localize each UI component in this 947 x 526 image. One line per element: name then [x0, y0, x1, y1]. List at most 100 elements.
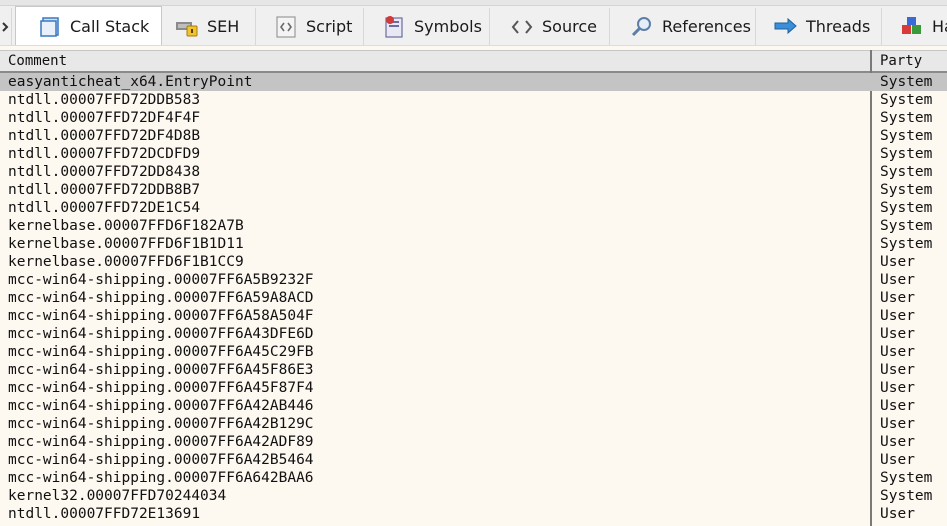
- references-icon: [630, 15, 654, 39]
- cell-party: User: [880, 380, 915, 396]
- table-row[interactable]: mcc-win64-shipping.00007FF6A59A8ACD User: [0, 289, 947, 307]
- table-row[interactable]: mcc-win64-shipping.00007FF6A42B129C User: [0, 415, 947, 433]
- cell-comment: ntdll.00007FFD72DF4D8B: [8, 128, 201, 144]
- table-row[interactable]: kernelbase.00007FFD6F1B1CC9 User: [0, 253, 947, 271]
- table-row[interactable]: mcc-win64-shipping.00007FF6A42AB446 User: [0, 397, 947, 415]
- symbols-icon: [382, 15, 406, 39]
- tab-call-stack-label: Call Stack: [70, 17, 150, 36]
- table-row[interactable]: ntdll.00007FFD72DD8438 System: [0, 163, 947, 181]
- table-row[interactable]: kernel32.00007FFD70244034 System: [0, 487, 947, 505]
- table-row[interactable]: mcc-win64-shipping.00007FF6A58A504F User: [0, 307, 947, 325]
- cell-comment: easyanticheat_x64.EntryPoint: [8, 74, 253, 90]
- cell-comment: ntdll.00007FFD72DE1C54: [8, 200, 201, 216]
- cell-party: System: [880, 164, 933, 180]
- tab-partial-left[interactable]: [0, 8, 12, 45]
- script-icon: [274, 15, 298, 39]
- cell-comment: mcc-win64-shipping.00007FF6A45F87F4: [8, 380, 314, 396]
- cell-party: User: [880, 254, 915, 270]
- call-stack-icon: [38, 15, 62, 39]
- tab-bar: Call Stack SEH Script Symbols Source Ref…: [0, 0, 947, 46]
- cell-party: User: [880, 416, 915, 432]
- tab-symbols[interactable]: Symbols: [364, 8, 490, 45]
- table-row[interactable]: ntdll.00007FFD72DF4D8B System: [0, 127, 947, 145]
- tab-script[interactable]: Script: [256, 8, 364, 45]
- cell-comment: kernelbase.00007FFD6F1B1D11: [8, 236, 244, 252]
- tab-symbols-label: Symbols: [414, 17, 482, 36]
- table-row[interactable]: mcc-win64-shipping.00007FF6A45F87F4 User: [0, 379, 947, 397]
- tab-references[interactable]: References: [610, 8, 756, 45]
- seh-icon: [175, 15, 199, 39]
- cell-party: System: [880, 146, 933, 162]
- cell-comment: ntdll.00007FFD72DF4F4F: [8, 110, 201, 126]
- cell-party: System: [880, 92, 933, 108]
- tab-source-label: Source: [542, 17, 597, 36]
- column-header-comment[interactable]: Comment: [8, 51, 67, 71]
- cell-comment: ntdll.00007FFD72E13691: [8, 506, 201, 522]
- table-row[interactable]: mcc-win64-shipping.00007FF6A42B5464 User: [0, 451, 947, 469]
- table-row[interactable]: ntdll.00007FFD72DDB8B7 System: [0, 181, 947, 199]
- source-icon: [510, 15, 534, 39]
- table-row[interactable]: mcc-win64-shipping.00007FF6A5B9232F User: [0, 271, 947, 289]
- call-stack-table[interactable]: Comment Party easyanticheat_x64.EntryPoi…: [0, 46, 947, 526]
- cell-party: System: [880, 218, 933, 234]
- table-row[interactable]: ntdll.00007FFD72E13691 User: [0, 505, 947, 523]
- cell-comment: mcc-win64-shipping.00007FF6A642BAA6: [8, 470, 314, 486]
- cell-party: User: [880, 272, 915, 288]
- tab-handles-partial[interactable]: Ha: [882, 8, 947, 45]
- cell-party: User: [880, 308, 915, 324]
- cell-comment: ntdll.00007FFD72DDB583: [8, 92, 201, 108]
- cell-party: User: [880, 344, 915, 360]
- cell-party: System: [880, 236, 933, 252]
- table-row[interactable]: mcc-win64-shipping.00007FF6A642BAA6 Syste…: [0, 469, 947, 487]
- cell-comment: mcc-win64-shipping.00007FF6A42ADF89: [8, 434, 314, 450]
- cell-comment: kernelbase.00007FFD6F182A7B: [8, 218, 244, 234]
- cell-party: User: [880, 326, 915, 342]
- tab-seh[interactable]: SEH: [162, 8, 256, 45]
- cell-comment: kernelbase.00007FFD6F1B1CC9: [8, 254, 244, 270]
- tab-handles-label: Ha: [932, 17, 947, 36]
- cell-party: User: [880, 506, 915, 522]
- table-row[interactable]: ntdll.00007FFD72DDB583 System: [0, 91, 947, 109]
- cell-comment: ntdll.00007FFD72DDB8B7: [8, 182, 201, 198]
- cell-comment: mcc-win64-shipping.00007FF6A42B5464: [8, 452, 314, 468]
- cell-comment: ntdll.00007FFD72DCDFD9: [8, 146, 201, 162]
- tab-source[interactable]: Source: [490, 8, 610, 45]
- table-row[interactable]: mcc-win64-shipping.00007FF6A45F86E3 User: [0, 361, 947, 379]
- cell-comment: mcc-win64-shipping.00007FF6A45F86E3: [8, 362, 314, 378]
- tab-threads-label: Threads: [806, 17, 871, 36]
- cell-comment: mcc-win64-shipping.00007FF6A45C29FB: [8, 344, 314, 360]
- tab-seh-label: SEH: [207, 17, 240, 36]
- table-header-row: Comment Party: [0, 50, 947, 73]
- cell-comment: mcc-win64-shipping.00007FF6A42B129C: [8, 416, 314, 432]
- table-body: easyanticheat_x64.EntryPoint System ntdll.…: [0, 73, 947, 523]
- table-row[interactable]: ntdll.00007FFD72DCDFD9 System: [0, 145, 947, 163]
- cell-party: System: [880, 110, 933, 126]
- cell-party: System: [880, 200, 933, 216]
- cell-comment: kernel32.00007FFD70244034: [8, 488, 227, 504]
- column-header-party[interactable]: Party: [880, 51, 922, 71]
- table-row[interactable]: mcc-win64-shipping.00007FF6A43DFE6D User: [0, 325, 947, 343]
- partial-tab-icon: [0, 15, 9, 39]
- table-row[interactable]: easyanticheat_x64.EntryPoint System: [0, 73, 947, 91]
- handles-icon: [900, 15, 924, 39]
- cell-comment: mcc-win64-shipping.00007FF6A43DFE6D: [8, 326, 314, 342]
- threads-icon: [774, 15, 798, 39]
- tab-script-label: Script: [306, 17, 353, 36]
- table-row[interactable]: ntdll.00007FFD72DE1C54 System: [0, 199, 947, 217]
- tab-call-stack[interactable]: Call Stack: [15, 6, 162, 45]
- table-row[interactable]: kernelbase.00007FFD6F182A7B System: [0, 217, 947, 235]
- cell-comment: mcc-win64-shipping.00007FF6A42AB446: [8, 398, 314, 414]
- cell-party: User: [880, 452, 915, 468]
- cell-party: System: [880, 128, 933, 144]
- cell-party: User: [880, 398, 915, 414]
- table-row[interactable]: kernelbase.00007FFD6F1B1D11 System: [0, 235, 947, 253]
- tab-references-label: References: [662, 17, 751, 36]
- tab-threads[interactable]: Threads: [756, 8, 882, 45]
- cell-party: System: [880, 74, 933, 90]
- table-row[interactable]: mcc-win64-shipping.00007FF6A45C29FB User: [0, 343, 947, 361]
- table-row[interactable]: ntdll.00007FFD72DF4F4F System: [0, 109, 947, 127]
- table-row[interactable]: mcc-win64-shipping.00007FF6A42ADF89 User: [0, 433, 947, 451]
- cell-party: System: [880, 488, 933, 504]
- cell-party: User: [880, 290, 915, 306]
- cell-comment: mcc-win64-shipping.00007FF6A58A504F: [8, 308, 314, 324]
